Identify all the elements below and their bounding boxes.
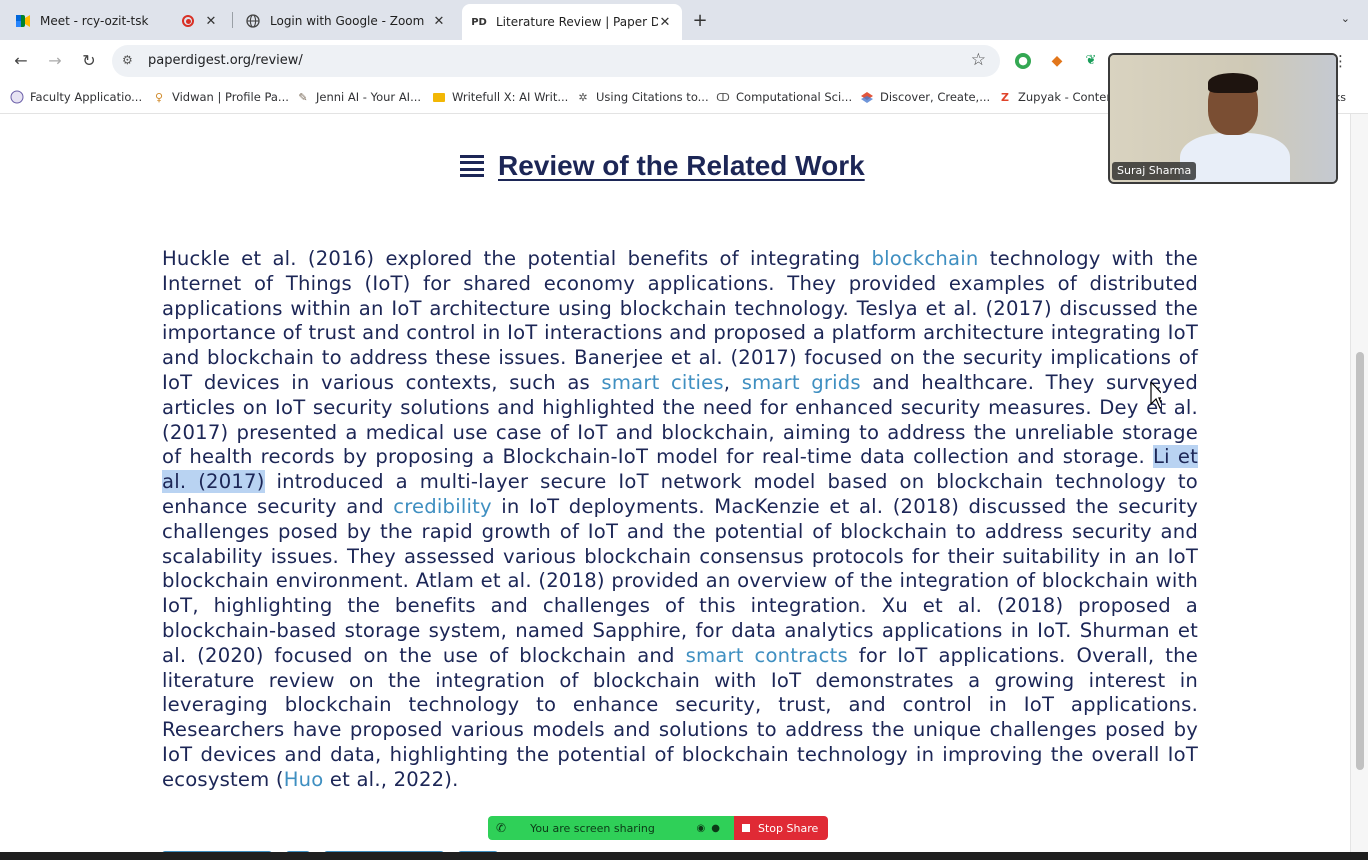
zupyak-icon: Z (1001, 90, 1009, 104)
forward-icon[interactable]: → (44, 50, 66, 72)
stop-share-label: Stop Share (758, 821, 819, 835)
google-meet-icon (16, 14, 30, 28)
jenni-icon: ✎ (298, 90, 308, 104)
bookmark-jenni-ai[interactable]: ✎ Jenni AI - Your AI... (296, 90, 421, 104)
close-tab-icon[interactable]: ✕ (204, 14, 218, 29)
new-tab-icon[interactable]: + (690, 10, 710, 31)
seal-icon (10, 90, 24, 104)
participant-body (1180, 133, 1290, 182)
vertical-scrollbar[interactable] (1350, 114, 1368, 852)
tab-search-chevron-icon[interactable]: ⌄ (1341, 12, 1350, 25)
text-segment: Huckle et al. (2016) explored the potent… (162, 247, 872, 270)
tab-zoom-login[interactable]: Login with Google - Zoom ✕ (236, 6, 456, 36)
stop-share-button[interactable]: Stop Share (734, 816, 828, 840)
page-title[interactable]: Review of the Related Work (498, 150, 865, 182)
tab-bar: Meet - rcy-ozit-tsk ✕ Login with Google … (0, 0, 1368, 40)
extension-leaf-icon[interactable]: ❦ (1083, 53, 1099, 69)
next-heading-cut-off (162, 842, 522, 852)
scrollbar-thumb[interactable] (1356, 352, 1364, 770)
bookmark-label: Computational Sci... (736, 90, 853, 104)
metamask-icon[interactable]: ◆ (1049, 53, 1065, 69)
text-segment: , (723, 370, 742, 394)
bookmark-zupyak[interactable]: Z Zupyak - Conten (998, 90, 1114, 104)
link-huo[interactable]: Huo (284, 768, 324, 791)
bookmark-vidwan[interactable]: ♀ Vidwan | Profile Pa... (152, 90, 289, 104)
text-segment: et al., 2022). (323, 767, 459, 791)
phone-icon: ✆ (496, 821, 507, 835)
bookmark-faculty-applications[interactable]: Faculty Applicatio... (10, 90, 142, 104)
text-segment: in IoT deployments. MacKenzie et al. (20… (162, 494, 1198, 667)
bookmark-label: Jenni AI - Your AI... (316, 90, 422, 104)
bookmark-computational-science[interactable]: ↀ Computational Sci... (716, 90, 852, 104)
tab-title: Meet - rcy-ozit-tsk (40, 14, 149, 28)
tab-meet[interactable]: Meet - rcy-ozit-tsk ✕ (6, 6, 228, 36)
extension-icon[interactable]: ● (1015, 53, 1031, 69)
recording-icon (182, 15, 194, 27)
network-icon: ✲ (578, 90, 588, 104)
tab-title: Literature Review | Paper Dige (496, 15, 658, 29)
window-frame-bottom (0, 852, 1368, 860)
participant-name: Suraj Sharma (1112, 162, 1197, 180)
layers-icon (860, 90, 874, 104)
bookmark-discover-create[interactable]: Discover, Create,... (860, 90, 990, 104)
paper-digest-icon: PD (471, 16, 487, 28)
close-tab-icon[interactable]: ✕ (432, 14, 446, 29)
participant-hair (1208, 73, 1258, 93)
link-blockchain[interactable]: blockchain (871, 247, 978, 270)
url-text[interactable]: paperdigest.org/review/ (148, 53, 303, 68)
bookmark-writefull[interactable]: Writefull X: AI Writ... (432, 90, 568, 104)
list-icon (460, 155, 484, 177)
bookmark-using-citations[interactable]: ✲ Using Citations to... (576, 90, 709, 104)
tab-paper-digest[interactable]: PD Literature Review | Paper Dige ✕ (462, 4, 682, 40)
tab-title: Login with Google - Zoom (270, 14, 425, 28)
bookmark-label: Faculty Applicatio... (30, 90, 143, 104)
section-heading: Review of the Related Work (460, 150, 865, 182)
site-settings-icon[interactable]: ⚙ (122, 53, 133, 67)
close-tab-icon[interactable]: ✕ (658, 15, 672, 30)
tab-separator (232, 12, 233, 28)
spiral-icon: ↀ (716, 90, 730, 104)
link-credibility[interactable]: credibility (393, 495, 492, 518)
share-controls-icon[interactable]: ◉● (697, 823, 726, 834)
bookmark-label: Writefull X: AI Writ... (452, 90, 569, 104)
page-content: Review of the Related Work Huckle et al.… (0, 114, 1350, 852)
stop-icon (742, 824, 750, 832)
address-bar[interactable]: ⚙ paperdigest.org/review/ ☆ (112, 45, 1000, 77)
bookmark-label: Using Citations to... (596, 90, 709, 104)
bookmark-label: Vidwan | Profile Pa... (172, 90, 289, 104)
bookmark-label: Zupyak - Conten (1018, 90, 1114, 104)
writefull-icon (432, 90, 446, 104)
sharing-status: ✆ You are screen sharing ◉● (488, 816, 734, 840)
link-smart-contracts[interactable]: smart contracts (686, 644, 848, 667)
vidwan-icon: ♀ (154, 90, 164, 104)
back-icon[interactable]: ← (10, 50, 32, 72)
link-smart-cities[interactable]: smart cities (601, 371, 723, 394)
participant-video[interactable]: Suraj Sharma (1108, 53, 1338, 184)
bookmark-star-icon[interactable]: ☆ (971, 50, 986, 70)
sharing-status-text: You are screen sharing (530, 821, 655, 835)
screen-share-bar: ✆ You are screen sharing ◉● Stop Share (488, 816, 828, 840)
globe-icon (246, 14, 260, 28)
reload-icon[interactable]: ↻ (78, 50, 100, 72)
bookmark-label: Discover, Create,... (880, 90, 991, 104)
link-smart-grids[interactable]: smart grids (742, 371, 861, 394)
review-paragraph: Huckle et al. (2016) explored the potent… (162, 247, 1198, 793)
